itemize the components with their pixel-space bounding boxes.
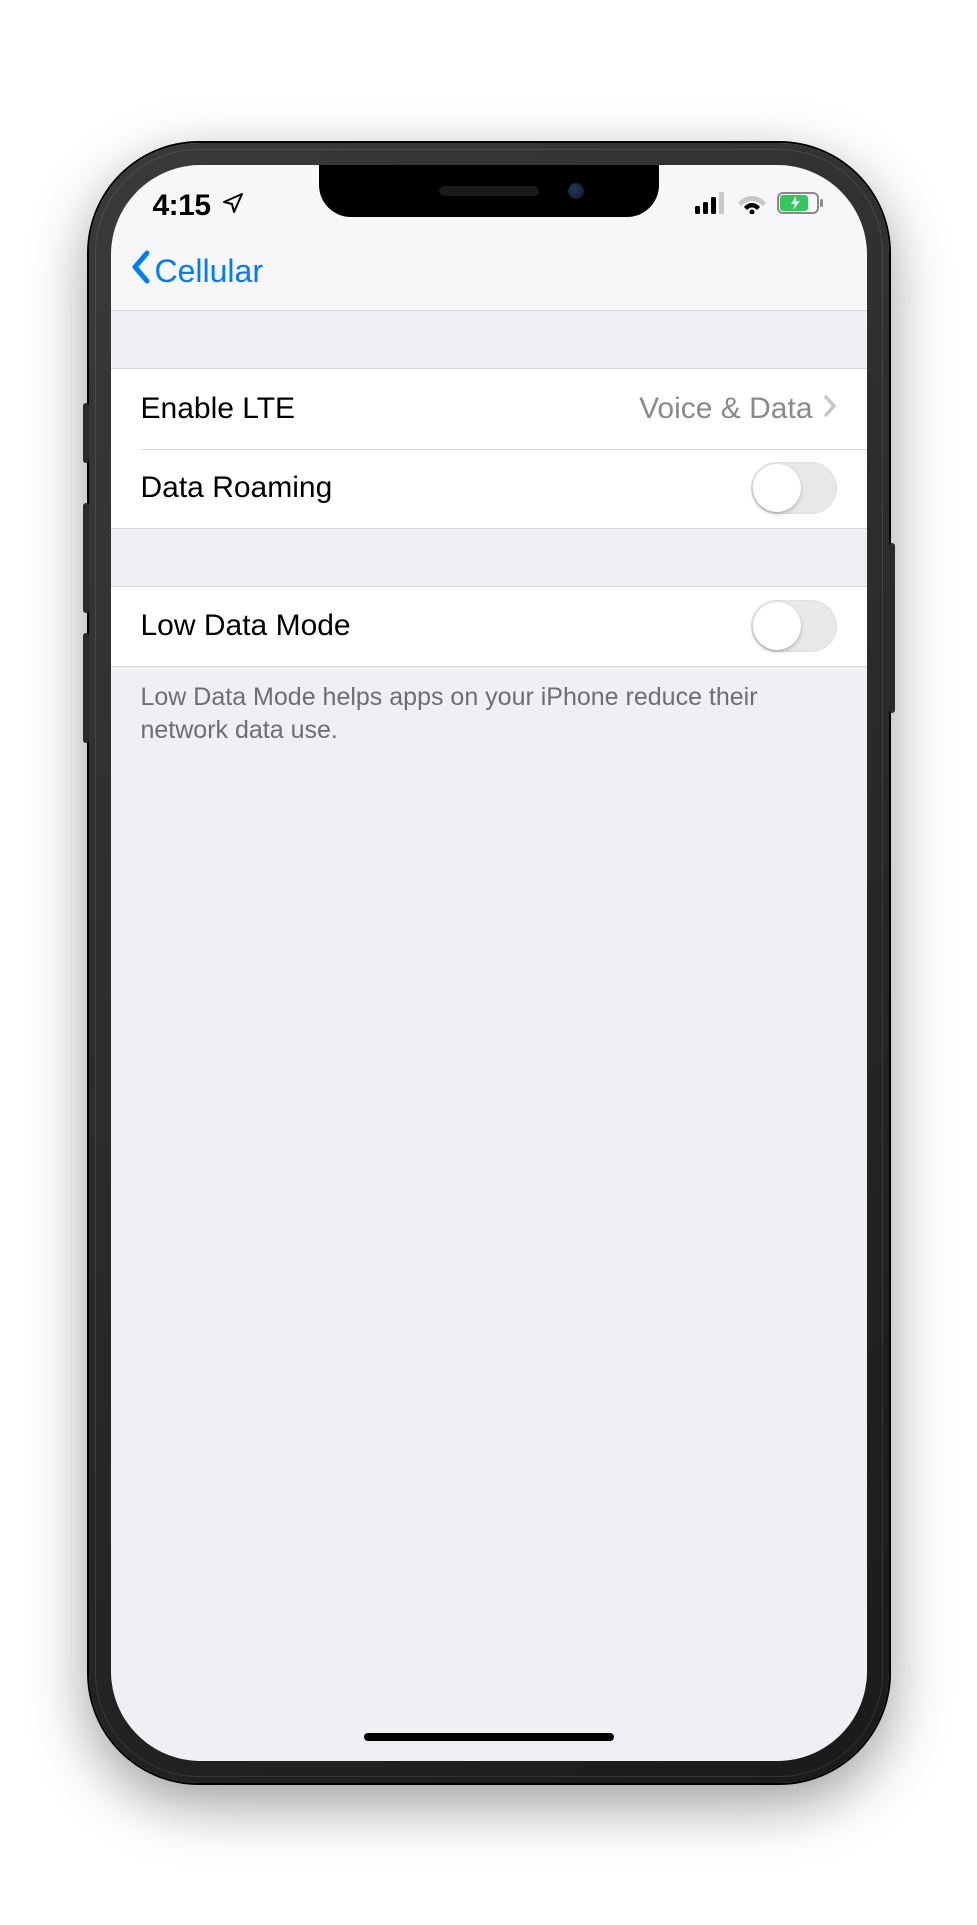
device-frame: 4:15 bbox=[89, 143, 889, 1783]
enable-lte-row[interactable]: Enable LTE Voice & Data bbox=[111, 369, 867, 449]
enable-lte-value: Voice & Data bbox=[639, 392, 812, 426]
mute-switch bbox=[83, 403, 89, 463]
screen: 4:15 bbox=[111, 165, 867, 1761]
low-data-mode-row[interactable]: Low Data Mode bbox=[111, 587, 867, 667]
toggle-knob bbox=[753, 602, 801, 650]
nav-bar: Cellular bbox=[111, 233, 867, 311]
low-data-mode-toggle[interactable] bbox=[751, 600, 837, 652]
status-time: 4:15 bbox=[153, 189, 211, 223]
wifi-icon bbox=[737, 192, 767, 219]
notch bbox=[319, 165, 659, 217]
low-data-mode-footer: Low Data Mode helps apps on your iPhone … bbox=[111, 667, 867, 763]
volume-down-button bbox=[83, 633, 89, 743]
location-icon bbox=[221, 189, 245, 223]
front-camera bbox=[568, 183, 584, 199]
back-button[interactable]: Cellular bbox=[129, 249, 263, 293]
toggle-knob bbox=[753, 464, 801, 512]
low-data-mode-label: Low Data Mode bbox=[141, 609, 351, 643]
chevron-left-icon bbox=[129, 249, 151, 293]
speaker-grille bbox=[439, 186, 539, 196]
power-button bbox=[889, 543, 895, 713]
data-roaming-toggle[interactable] bbox=[751, 462, 837, 514]
home-indicator[interactable] bbox=[364, 1733, 614, 1741]
battery-icon bbox=[777, 192, 825, 219]
section-spacer bbox=[111, 311, 867, 369]
cellular-signal-icon bbox=[695, 192, 727, 219]
section-spacer bbox=[111, 529, 867, 587]
chevron-right-icon bbox=[823, 392, 837, 426]
volume-up-button bbox=[83, 503, 89, 613]
data-roaming-row[interactable]: Data Roaming bbox=[111, 449, 867, 529]
enable-lte-label: Enable LTE bbox=[141, 392, 296, 426]
content-area[interactable]: Enable LTE Voice & Data Data Roaming bbox=[111, 311, 867, 1761]
data-roaming-label: Data Roaming bbox=[141, 471, 333, 505]
back-label: Cellular bbox=[155, 253, 263, 290]
